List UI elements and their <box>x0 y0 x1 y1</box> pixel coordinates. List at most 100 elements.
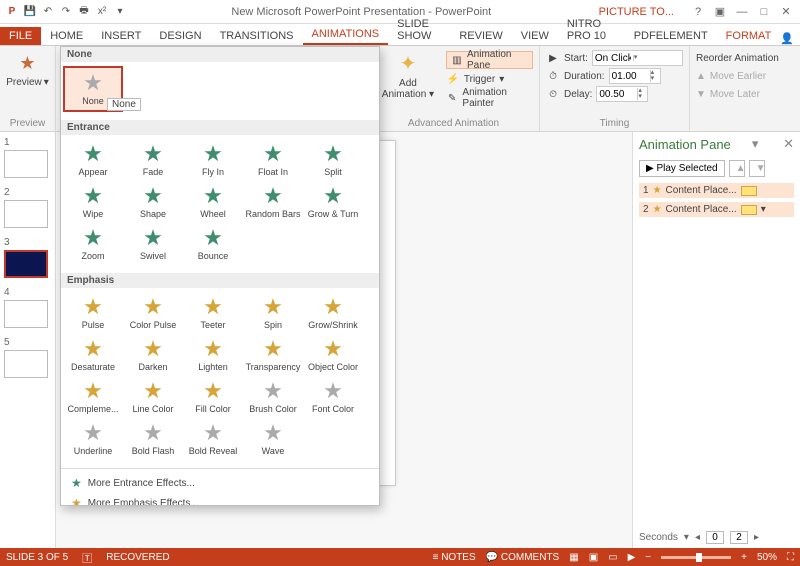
tab-transitions[interactable]: TRANSITIONS <box>211 27 303 45</box>
timeline-next-icon[interactable]: ▸ <box>754 532 759 543</box>
gallery-item-emphasis[interactable]: ★Fill Color <box>183 376 243 418</box>
star-icon: ★ <box>71 476 82 490</box>
gallery-item-entrance[interactable]: ★Random Bars <box>243 181 303 223</box>
row-menu-icon[interactable]: ▾ <box>761 204 766 215</box>
duration-spinner[interactable]: ▴▾ <box>609 68 661 84</box>
play-selected-button[interactable]: ▶ Play Selected <box>639 160 725 177</box>
trigger-button[interactable]: ⚡Trigger ▾ <box>446 70 533 88</box>
tab-insert[interactable]: INSERT <box>92 27 150 45</box>
move-down-button[interactable]: ▼ <box>749 160 765 177</box>
gallery-item-entrance[interactable]: ★Zoom <box>63 223 123 265</box>
tab-format[interactable]: FORMAT <box>717 27 781 45</box>
qa-item[interactable]: 🖶 <box>76 4 92 20</box>
redo-icon[interactable]: ↷ <box>58 4 74 20</box>
gallery-item-none[interactable]: ★ None None <box>63 66 123 112</box>
preview-button[interactable]: ★ Preview ▾ <box>6 49 49 90</box>
gallery-item-entrance[interactable]: ★Appear <box>63 139 123 181</box>
timeline-prev-icon[interactable]: ◂ <box>695 532 700 543</box>
qa-item[interactable]: x² <box>94 4 110 20</box>
gallery-item-emphasis[interactable]: ★Pulse <box>63 292 123 334</box>
gallery-item-emphasis[interactable]: ★Teeter <box>183 292 243 334</box>
gallery-item-entrance[interactable]: ★Bounce <box>183 223 243 265</box>
view-reading-icon[interactable]: ▭ <box>608 552 617 563</box>
animation-row[interactable]: 1★Content Place... <box>639 183 794 198</box>
gallery-item-emphasis[interactable]: ★Spin <box>243 292 303 334</box>
zoom-out-icon[interactable]: − <box>645 552 651 563</box>
gallery-item-emphasis[interactable]: ★Bold Flash <box>123 418 183 460</box>
notes-button[interactable]: ≡ NOTES <box>433 552 476 563</box>
gallery-item-emphasis[interactable]: ★Bold Reveal <box>183 418 243 460</box>
view-slideshow-icon[interactable]: ▶ <box>628 552 636 563</box>
start-value[interactable] <box>593 53 633 64</box>
help-icon[interactable]: ? <box>688 4 708 20</box>
animation-painter-button[interactable]: ✎Animation Painter <box>446 89 533 107</box>
duration-value[interactable] <box>610 71 650 82</box>
minimize-icon[interactable]: — <box>732 4 752 20</box>
animation-pane-button[interactable]: ▥Animation Pane <box>446 51 533 69</box>
gallery-item-emphasis[interactable]: ★Compleme... <box>63 376 123 418</box>
delay-value[interactable] <box>597 89 637 100</box>
tab-review[interactable]: REVIEW <box>450 27 511 45</box>
thumbnail[interactable]: 4★ <box>4 286 51 328</box>
fit-icon[interactable]: ⛶ <box>787 552 794 563</box>
ribbon-options-icon[interactable]: ▣ <box>710 4 730 20</box>
lang-icon[interactable]: 🅃 <box>82 550 92 565</box>
gallery-item-emphasis[interactable]: ★Object Color <box>303 334 363 376</box>
add-animation-button[interactable]: ✦ Add Animation ▾ <box>374 49 442 107</box>
gallery-item-emphasis[interactable]: ★Desaturate <box>63 334 123 376</box>
gallery-item-entrance[interactable]: ★Fly In <box>183 139 243 181</box>
gallery-item-entrance[interactable]: ★Wipe <box>63 181 123 223</box>
tab-design[interactable]: DESIGN <box>150 27 210 45</box>
gallery-item-entrance[interactable]: ★Wheel <box>183 181 243 223</box>
gallery-item-emphasis[interactable]: ★Darken <box>123 334 183 376</box>
gallery-item-emphasis[interactable]: ★Underline <box>63 418 123 460</box>
zoom-in-icon[interactable]: + <box>741 552 747 563</box>
thumbnail[interactable]: 5 <box>4 336 51 378</box>
view-normal-icon[interactable]: ▦ <box>569 552 578 563</box>
tab-nitro[interactable]: NITRO PRO 10 <box>558 15 625 45</box>
tab-pdfelement[interactable]: PDFelement <box>625 27 717 45</box>
move-later-button[interactable]: ▼ Move Later <box>696 85 794 103</box>
tab-slideshow[interactable]: SLIDE SHOW <box>388 15 450 45</box>
user-icon[interactable]: 👤 <box>780 32 800 45</box>
gallery-item-emphasis[interactable]: ★Transparency <box>243 334 303 376</box>
undo-icon[interactable]: ↶ <box>40 4 56 20</box>
gallery-item-entrance[interactable]: ★Fade <box>123 139 183 181</box>
tab-animations[interactable]: ANIMATIONS <box>303 25 389 45</box>
move-up-button[interactable]: ▲ <box>729 160 745 177</box>
gallery-item-entrance[interactable]: ★Float In <box>243 139 303 181</box>
tab-file[interactable]: FILE <box>0 27 41 45</box>
pane-close-icon[interactable]: ✕ <box>783 136 794 152</box>
zoom-value[interactable]: 50% <box>757 552 777 563</box>
pane-dropdown-icon[interactable]: ▾ <box>752 136 759 152</box>
comments-button[interactable]: 💬 COMMENTS <box>486 552 560 563</box>
gallery-more-link[interactable]: ★More Emphasis Effects... <box>61 493 379 506</box>
maximize-icon[interactable]: □ <box>754 4 774 20</box>
thumbnail[interactable]: 1★ <box>4 136 51 178</box>
gallery-item-entrance[interactable]: ★Shape <box>123 181 183 223</box>
gallery-item-emphasis[interactable]: ★Lighten <box>183 334 243 376</box>
gallery-item-entrance[interactable]: ★Split <box>303 139 363 181</box>
view-sorter-icon[interactable]: ▣ <box>589 552 598 563</box>
gallery-item-emphasis[interactable]: ★Line Color <box>123 376 183 418</box>
save-icon[interactable]: 💾 <box>22 4 38 20</box>
zoom-slider[interactable] <box>661 556 731 559</box>
qa-dropdown-icon[interactable]: ▾ <box>112 4 128 20</box>
gallery-item-emphasis[interactable]: ★Font Color <box>303 376 363 418</box>
tab-home[interactable]: HOME <box>41 27 92 45</box>
move-earlier-button[interactable]: ▲ Move Earlier <box>696 67 794 85</box>
tab-view[interactable]: VIEW <box>512 27 558 45</box>
close-icon[interactable]: ✕ <box>776 4 796 20</box>
start-select[interactable]: ▾ <box>592 50 683 66</box>
gallery-item-entrance[interactable]: ★Swivel <box>123 223 183 265</box>
gallery-item-emphasis[interactable]: ★Brush Color <box>243 376 303 418</box>
gallery-item-emphasis[interactable]: ★Grow/Shrink <box>303 292 363 334</box>
gallery-more-link[interactable]: ★More Entrance Effects... <box>61 473 379 493</box>
delay-spinner[interactable]: ▴▾ <box>596 86 648 102</box>
gallery-item-emphasis[interactable]: ★Wave <box>243 418 303 460</box>
thumbnail[interactable]: 3★ <box>4 236 51 278</box>
gallery-item-emphasis[interactable]: ★Color Pulse <box>123 292 183 334</box>
gallery-item-entrance[interactable]: ★Grow & Turn <box>303 181 363 223</box>
thumbnail[interactable]: 2★ <box>4 186 51 228</box>
animation-row[interactable]: 2★Content Place...▾ <box>639 202 794 217</box>
